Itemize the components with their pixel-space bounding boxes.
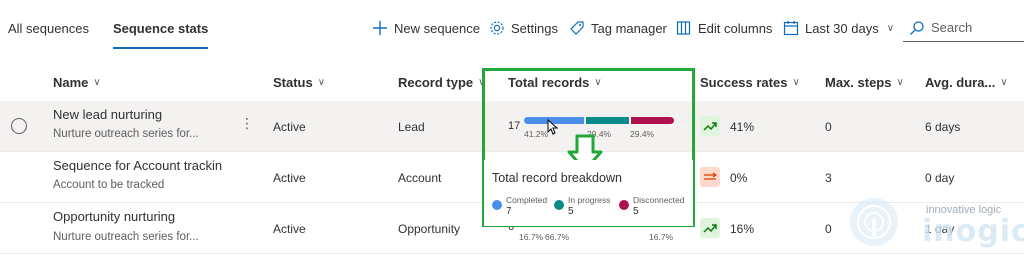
column-header-avg-duration-label: Avg. dura... [925,74,996,90]
in-progress-label: In progress [568,195,611,205]
edit-columns-icon [676,21,691,35]
pct-disconnected: 16.7% [649,232,674,242]
in-progress-dot [554,200,564,210]
max-steps-value: 0 [825,222,832,236]
pct-in-progress: 66.7% [545,232,570,242]
column-header-record-type[interactable]: Record type ∨ [398,70,485,94]
trend-flat-icon [700,167,720,187]
pct-completed: 16.7% [519,232,544,242]
column-header-status-label: Status [273,74,313,90]
column-header-status[interactable]: Status ∨ [273,70,325,94]
sequence-description: Nurture outreach series for... [53,231,199,243]
search-placeholder: Search [931,20,973,35]
row-select-radio[interactable] [11,118,27,134]
sequence-description: Account to be tracked [53,179,165,191]
column-header-success-rates[interactable]: Success rates ∨ [700,70,800,94]
chevron-down-icon: ∨ [1000,76,1008,88]
column-header-record-type-label: Record type [398,74,474,90]
chevron-down-icon: ∨ [896,76,904,88]
search-input[interactable]: Search [903,14,1024,42]
tab-all-sequences[interactable]: All sequences [0,14,97,44]
record-type-value: Lead [398,120,425,134]
sequence-stats-page: All sequences Sequence stats New sequenc… [0,0,1024,256]
settings-button[interactable]: Settings [489,16,558,40]
edit-columns-label: Edit columns [698,20,773,36]
column-header-max-steps[interactable]: Max. steps ∨ [825,70,904,94]
inogic-watermark-logo: innovative logic inogic [840,190,1024,256]
avg-duration-value: 0 day [925,171,955,185]
column-header-name[interactable]: Name ∨ [53,70,101,94]
in-progress-count: 5 [568,206,574,217]
new-sequence-button[interactable]: New sequence [372,16,480,40]
new-sequence-label: New sequence [394,20,480,36]
view-tabs: All sequences Sequence stats [0,0,224,58]
sequence-name[interactable]: Opportunity nurturing [53,209,175,224]
settings-label: Settings [511,20,558,36]
tag-icon [570,21,584,35]
completed-label: Completed [506,195,548,205]
status-value: Active [273,120,306,134]
max-steps-value: 0 [825,120,832,134]
date-range-label: Last 30 days [805,20,879,36]
date-range-dropdown[interactable]: Last 30 days ∨ [783,16,894,40]
disconnected-label: Disconnected [633,195,685,205]
column-header-name-label: Name [53,74,89,90]
record-breakdown-tooltip: Total record breakdown Completed 7 In pr… [484,160,693,226]
gear-icon [490,21,504,35]
chevron-down-icon: ∨ [93,76,101,88]
sequence-description: Nurture outreach series for... [53,128,199,140]
success-rate-value: 16% [730,222,755,236]
tag-manager-button[interactable]: Tag manager [569,16,667,40]
plus-icon [373,21,387,35]
more-options-icon[interactable]: ⋮ [240,116,254,130]
status-value: Active [273,222,306,236]
calendar-icon [783,21,799,36]
trend-up-icon [700,116,720,136]
success-rate-value: 0% [730,171,748,185]
chevron-down-icon: ∨ [317,76,326,88]
tag-manager-label: Tag manager [591,20,667,36]
column-header-avg-duration[interactable]: Avg. dura... ∨ [925,70,1008,94]
disconnected-count: 5 [633,206,639,217]
column-header-success-rates-label: Success rates [700,74,788,90]
chevron-down-icon: ∨ [792,76,800,88]
chevron-down-icon: ∨ [886,22,895,34]
status-value: Active [273,171,306,185]
completed-dot [492,200,502,210]
logo-emblem-icon [850,198,898,246]
breakdown-title: Total record breakdown [492,171,622,185]
sequence-name[interactable]: Sequence for Account trackin [53,158,222,173]
sequence-name[interactable]: New lead nurturing [53,107,162,122]
record-type-value: Opportunity [398,222,461,236]
column-header-max-steps-label: Max. steps [825,74,892,90]
success-rate-value: 41% [730,120,755,134]
logo-wordmark: inogic [922,214,1024,249]
tab-sequence-stats[interactable]: Sequence stats [105,14,216,49]
edit-columns-button[interactable]: Edit columns [676,16,772,40]
max-steps-value: 3 [825,171,832,185]
search-icon [910,20,924,35]
avg-duration-value: 6 days [925,120,961,134]
trend-up-icon [700,218,720,238]
completed-count: 7 [506,206,512,217]
disconnected-dot [619,200,629,210]
record-type-value: Account [398,171,442,185]
